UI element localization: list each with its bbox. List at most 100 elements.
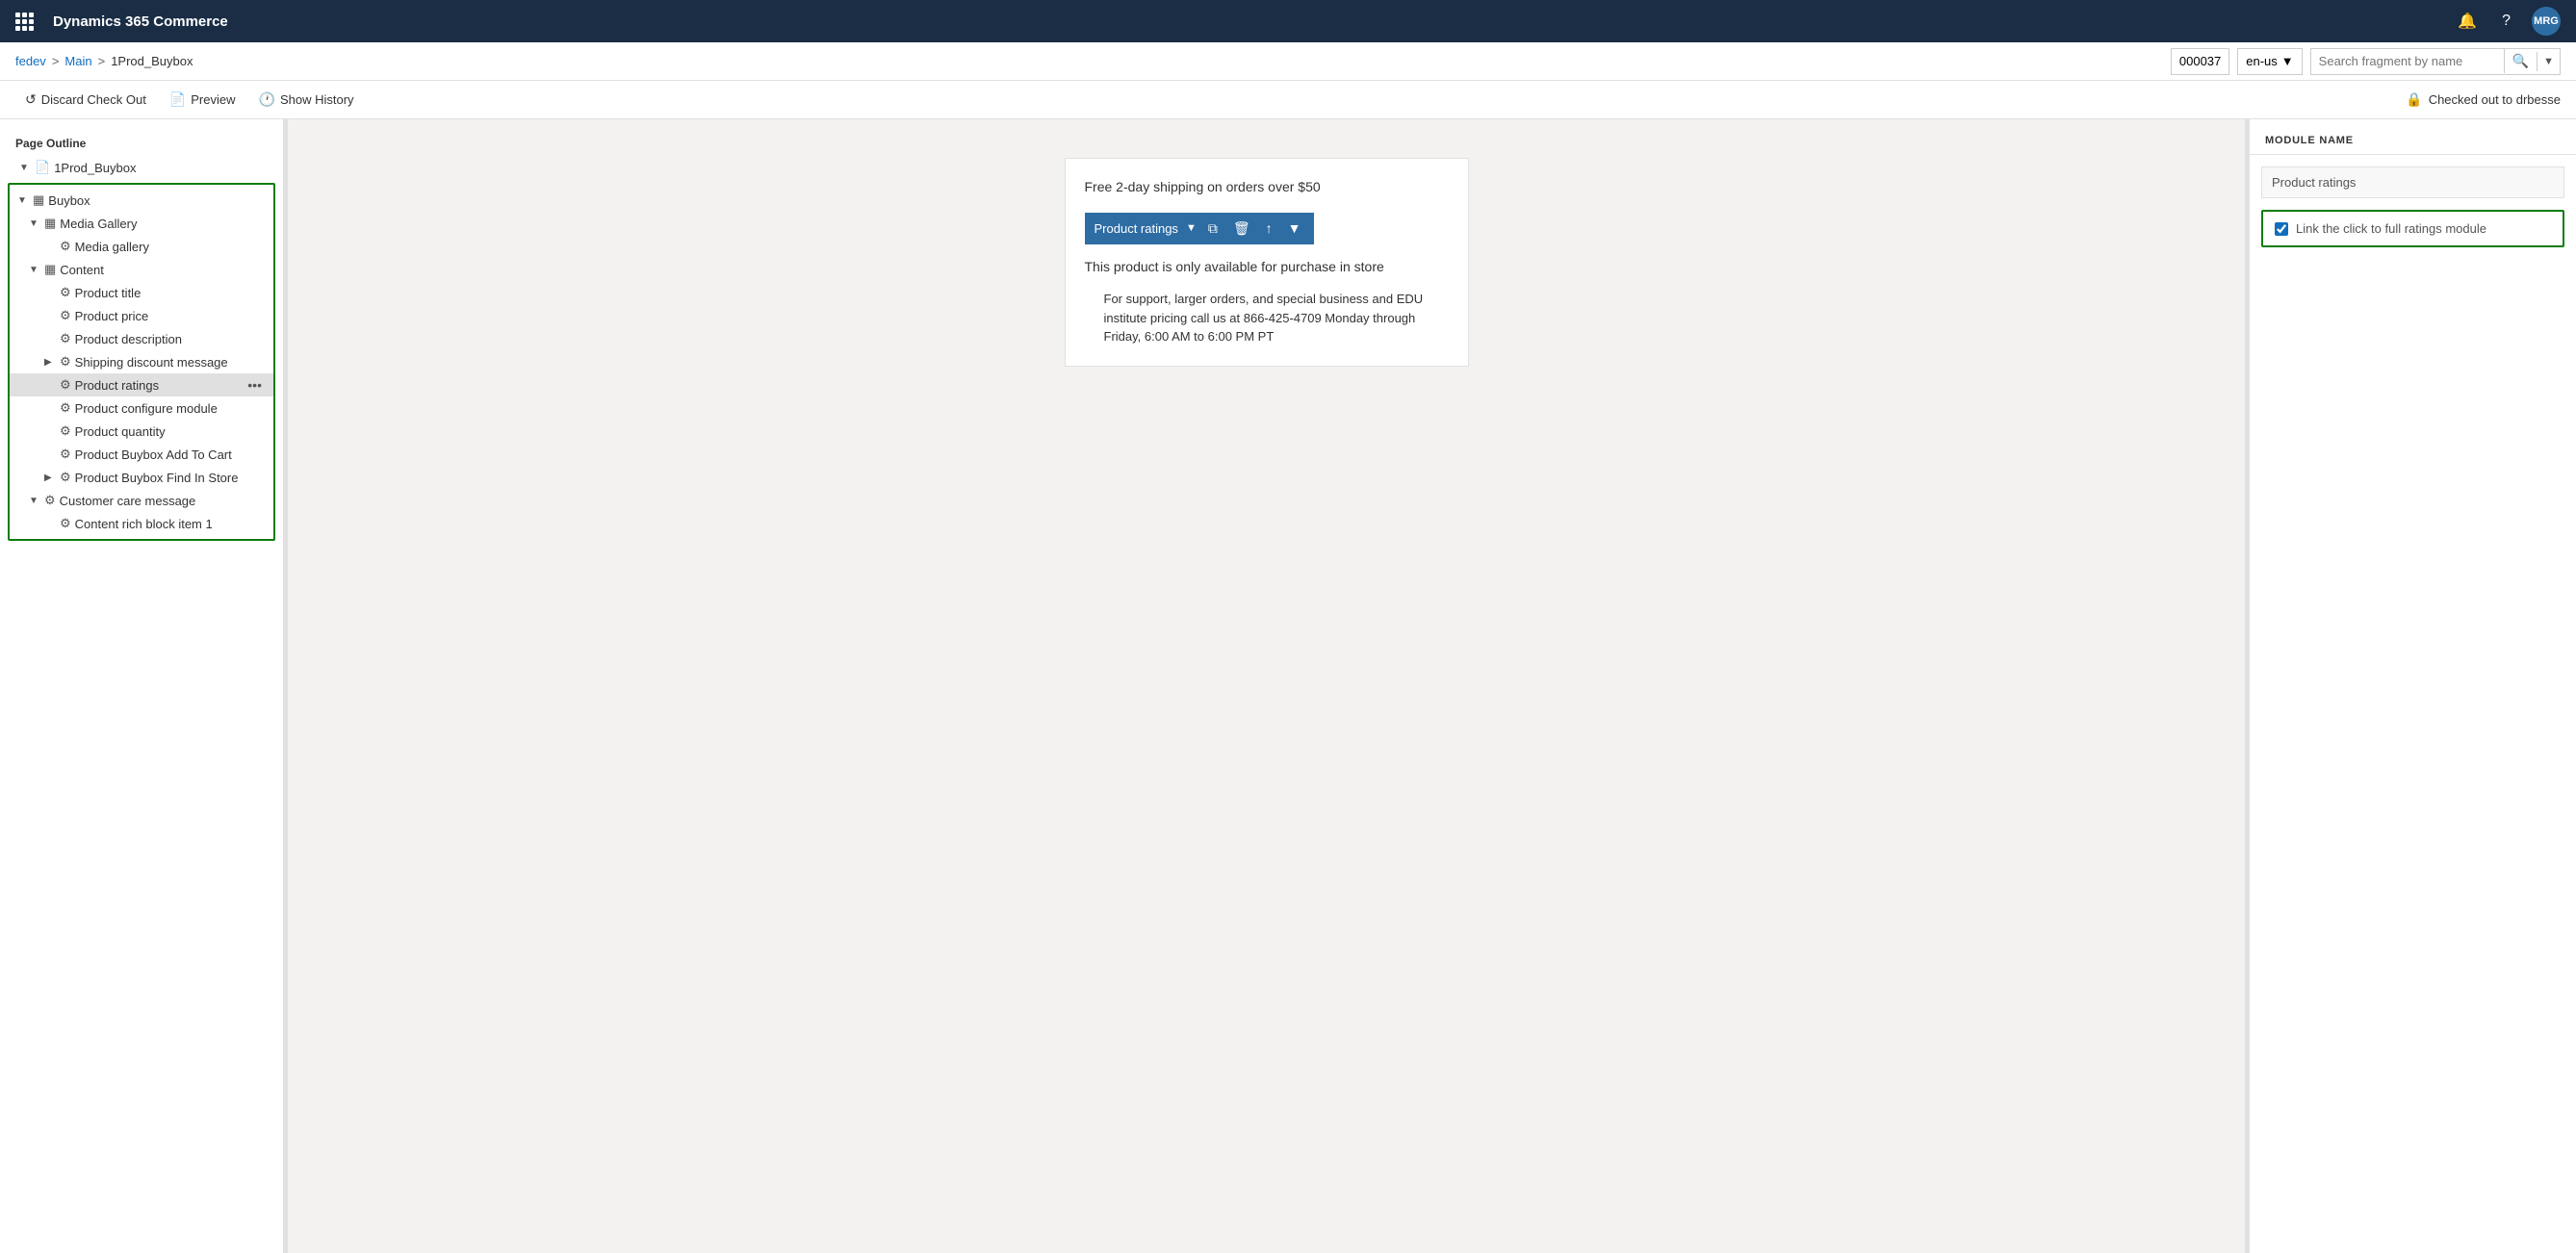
help-button[interactable]: ?: [2498, 9, 2514, 34]
content-rich-block-label: Content rich block item 1: [75, 517, 266, 531]
toolbar: ↺ Discard Check Out 📄 Preview 🕐 Show His…: [0, 81, 2576, 119]
ratings-toolbar-label: Product ratings: [1095, 221, 1178, 236]
shipping-discount-label: Shipping discount message: [75, 355, 266, 370]
move-down-button[interactable]: ▼: [1284, 218, 1305, 238]
app-title: Dynamics 365 Commerce: [53, 13, 228, 30]
product-card: Free 2-day shipping on orders over $50 P…: [1065, 158, 1469, 367]
sidebar-item-media-gallery-item[interactable]: ⚙ Media gallery: [10, 235, 273, 258]
preview-icon: 📄: [169, 91, 186, 108]
gear-icon-product-price: ⚙: [60, 308, 71, 323]
gear-icon-product-ratings: ⚙: [60, 377, 71, 393]
link-ratings-checkbox[interactable]: [2275, 222, 2288, 236]
product-price-label: Product price: [75, 309, 266, 323]
sidebar-item-add-to-cart[interactable]: ⚙ Product Buybox Add To Cart: [10, 443, 273, 466]
content-label: Content: [60, 263, 266, 277]
sidebar-item-customer-care[interactable]: ▼ ⚙ Customer care message: [10, 489, 273, 512]
gear-icon-add-to-cart: ⚙: [60, 447, 71, 462]
gear-icon-product-quantity: ⚙: [60, 423, 71, 439]
root-node-label: 1Prod_Buybox: [54, 161, 275, 175]
search-box: 🔍 ▼: [2310, 48, 2561, 75]
sidebar-item-product-quantity[interactable]: ⚙ Product quantity: [10, 420, 273, 443]
support-message: For support, larger orders, and special …: [1085, 290, 1449, 346]
nav-icons: 🔔 ? MRG: [2454, 7, 2561, 36]
main-layout: Page Outline ▼ 📄 1Prod_Buybox ▼ ▦ Buybox…: [0, 119, 2576, 1253]
grid-icon-content: ▦: [44, 262, 56, 277]
search-dropdown-arrow[interactable]: ▼: [2537, 52, 2560, 71]
sidebar-item-content-rich-block[interactable]: ⚙ Content rich block item 1: [10, 512, 273, 535]
breadcrumb-fedev[interactable]: fedev: [15, 54, 46, 68]
search-input[interactable]: [2311, 50, 2504, 72]
sidebar-item-root[interactable]: ▼ 📄 1Prod_Buybox: [0, 156, 283, 179]
breadcrumb-main[interactable]: Main: [64, 54, 91, 68]
preview-button[interactable]: 📄 Preview: [160, 86, 245, 114]
gear-icon-product-title: ⚙: [60, 285, 71, 300]
store-dropdown[interactable]: 000037: [2171, 48, 2229, 75]
notification-button[interactable]: 🔔: [2454, 8, 2481, 35]
gear-icon-media-gallery-item: ⚙: [60, 239, 71, 254]
ratings-toolbar[interactable]: Product ratings ▼ ⧉ 🗑 ↑ ▼: [1085, 213, 1315, 244]
product-description-label: Product description: [75, 332, 266, 346]
expand-icon-media-gallery: ▼: [29, 218, 40, 229]
gear-icon-shipping-discount: ⚙: [60, 354, 71, 370]
toolbar-right: 🔒 Checked out to drbesse: [2406, 91, 2561, 108]
right-panel: MODULE NAME Product ratings Link the cli…: [2249, 119, 2576, 1253]
sidebar-item-buybox[interactable]: ▼ ▦ Buybox: [10, 189, 273, 212]
waffle-icon[interactable]: [15, 13, 34, 31]
checkbox-link-ratings: Link the click to full ratings module: [2261, 210, 2564, 247]
gear-icon-find-in-store: ⚙: [60, 470, 71, 485]
undo-icon: ↺: [25, 91, 37, 108]
expand-icon-shipping-discount: ▶: [44, 357, 56, 368]
avatar[interactable]: MRG: [2532, 7, 2561, 36]
buybox-label: Buybox: [48, 193, 266, 208]
ratings-dropdown-arrow[interactable]: ▼: [1186, 222, 1197, 234]
gear-icon-customer-care: ⚙: [44, 493, 56, 508]
grid-icon-media-gallery: ▦: [44, 216, 56, 231]
product-ratings-label: Product ratings: [75, 378, 241, 393]
sidebar-item-product-title[interactable]: ⚙ Product title: [10, 281, 273, 304]
sidebar-item-product-ratings[interactable]: ⚙ Product ratings •••: [10, 373, 273, 396]
grid-icon-buybox: ▦: [33, 192, 44, 208]
page-outline-title: Page Outline: [0, 131, 283, 156]
expand-icon-find-in-store: ▶: [44, 473, 56, 483]
show-history-button[interactable]: 🕐 Show History: [249, 86, 364, 114]
gear-icon-content-rich-block: ⚙: [60, 516, 71, 531]
outline-box: ▼ ▦ Buybox ▼ ▦ Media Gallery ⚙ Media gal…: [8, 183, 275, 541]
delete-button[interactable]: 🗑: [1229, 218, 1254, 239]
discard-checkout-button[interactable]: ↺ Discard Check Out: [15, 86, 156, 114]
breadcrumb: fedev > Main > 1Prod_Buybox: [15, 54, 193, 68]
product-title-label: Product title: [75, 286, 266, 300]
move-up-button[interactable]: ↑: [1262, 218, 1276, 238]
history-icon: 🕐: [259, 91, 275, 108]
breadcrumb-sep-2: >: [98, 54, 106, 68]
sidebar-item-shipping-discount[interactable]: ▶ ⚙ Shipping discount message: [10, 350, 273, 373]
breadcrumb-sep-1: >: [52, 54, 60, 68]
ellipsis-button-product-ratings[interactable]: •••: [244, 377, 266, 393]
search-button[interactable]: 🔍: [2504, 49, 2537, 73]
product-quantity-label: Product quantity: [75, 424, 266, 439]
media-gallery-label: Media Gallery: [60, 217, 266, 231]
add-to-cart-label: Product Buybox Add To Cart: [75, 448, 266, 462]
customer-care-label: Customer care message: [60, 494, 266, 508]
center-content: Free 2-day shipping on orders over $50 P…: [288, 119, 2245, 1253]
top-nav: Dynamics 365 Commerce 🔔 ? MRG: [0, 0, 2576, 42]
sidebar-item-media-gallery[interactable]: ▼ ▦ Media Gallery: [10, 212, 273, 235]
sidebar-item-content[interactable]: ▼ ▦ Content: [10, 258, 273, 281]
gear-icon-product-description: ⚙: [60, 331, 71, 346]
checked-out-label: Checked out to drbesse: [2429, 92, 2561, 107]
gear-icon-product-configure: ⚙: [60, 400, 71, 416]
module-name-field: Product ratings: [2261, 166, 2564, 198]
link-ratings-label: Link the click to full ratings module: [2296, 221, 2486, 236]
expand-icon-customer-care: ▼: [29, 496, 40, 506]
sidebar-item-product-configure[interactable]: ⚙ Product configure module: [10, 396, 273, 420]
breadcrumb-right-controls: 000037 en-us ▼ 🔍 ▼: [2171, 48, 2561, 75]
sidebar-item-product-price[interactable]: ⚙ Product price: [10, 304, 273, 327]
right-panel-header: MODULE NAME: [2250, 119, 2576, 155]
copy-button[interactable]: ⧉: [1204, 218, 1222, 239]
sidebar-item-find-in-store[interactable]: ▶ ⚙ Product Buybox Find In Store: [10, 466, 273, 489]
breadcrumb-bar: fedev > Main > 1Prod_Buybox 000037 en-us…: [0, 42, 2576, 81]
sidebar-item-product-description[interactable]: ⚙ Product description: [10, 327, 273, 350]
lock-icon: 🔒: [2406, 91, 2422, 108]
locale-dropdown[interactable]: en-us ▼: [2237, 48, 2302, 75]
product-configure-label: Product configure module: [75, 401, 266, 416]
find-in-store-label: Product Buybox Find In Store: [75, 471, 266, 485]
